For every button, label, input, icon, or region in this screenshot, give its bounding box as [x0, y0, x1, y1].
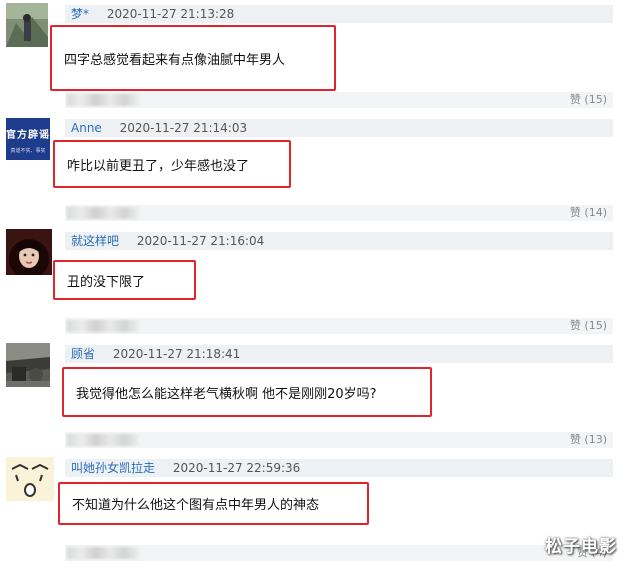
avatar[interactable]: 官方辟谣 真谣不实、事实 — [6, 118, 50, 160]
comment-meta: 就这样吧 2020-11-27 21:16:04 — [65, 232, 613, 250]
comment-text: 我觉得他怎么能这样老气横秋啊 他不是刚刚20岁吗? — [62, 367, 432, 417]
comment-footer: 赞 (13) — [65, 432, 613, 448]
comment-footer: 赞 (4) — [65, 545, 613, 561]
avatar[interactable] — [6, 3, 48, 47]
avatar[interactable] — [6, 343, 50, 387]
comment-meta: Anne 2020-11-27 21:14:03 — [65, 119, 613, 137]
username[interactable]: 就这样吧 — [71, 234, 119, 248]
comment-text: 咋比以前更丑了，少年感也没了 — [53, 140, 291, 188]
username[interactable]: Anne — [71, 121, 102, 135]
comment-meta: 叫她孙女凯拉走 2020-11-27 22:59:36 — [65, 459, 613, 477]
blurred-reply-preview — [67, 94, 139, 106]
username[interactable]: 叫她孙女凯拉走 — [71, 461, 155, 475]
comment-footer: 赞 (14) — [65, 205, 613, 221]
avatar[interactable] — [6, 229, 52, 275]
like-button[interactable]: 赞 (13) — [570, 432, 607, 448]
timestamp: 2020-11-27 21:16:04 — [136, 234, 265, 248]
username[interactable]: 顾省 — [71, 347, 95, 361]
like-button[interactable]: 赞 (15) — [570, 318, 607, 334]
like-button[interactable]: 赞 (14) — [570, 205, 607, 221]
blurred-reply-preview — [67, 207, 139, 219]
comment-meta: 顾省 2020-11-27 21:18:41 — [65, 345, 613, 363]
timestamp: 2020-11-27 22:59:36 — [172, 461, 301, 475]
comment-text: 四字总感觉看起来有点像油腻中年男人 — [50, 25, 336, 91]
timestamp: 2020-11-27 21:18:41 — [112, 347, 241, 361]
avatar-text: 官方辟谣 — [6, 130, 50, 141]
comment-text: 不知道为什么他这个图有点中年男人的神态 — [58, 482, 369, 525]
avatar-subtext: 真谣不实、事实 — [10, 148, 46, 154]
blurred-reply-preview — [67, 434, 139, 446]
watermark: 松子电影 — [545, 537, 617, 557]
comment-footer: 赞 (15) — [65, 318, 613, 334]
username[interactable]: 梦* — [71, 7, 89, 21]
comment-text: 丑的没下限了 — [53, 260, 196, 300]
avatar[interactable] — [6, 457, 54, 501]
like-button[interactable]: 赞 (15) — [570, 92, 607, 108]
timestamp: 2020-11-27 21:13:28 — [106, 7, 235, 21]
comment-meta: 梦* 2020-11-27 21:13:28 — [65, 5, 613, 23]
blurred-reply-preview — [67, 547, 139, 559]
comment-footer: 赞 (15) — [65, 92, 613, 108]
timestamp: 2020-11-27 21:14:03 — [119, 121, 248, 135]
blurred-reply-preview — [67, 320, 139, 332]
